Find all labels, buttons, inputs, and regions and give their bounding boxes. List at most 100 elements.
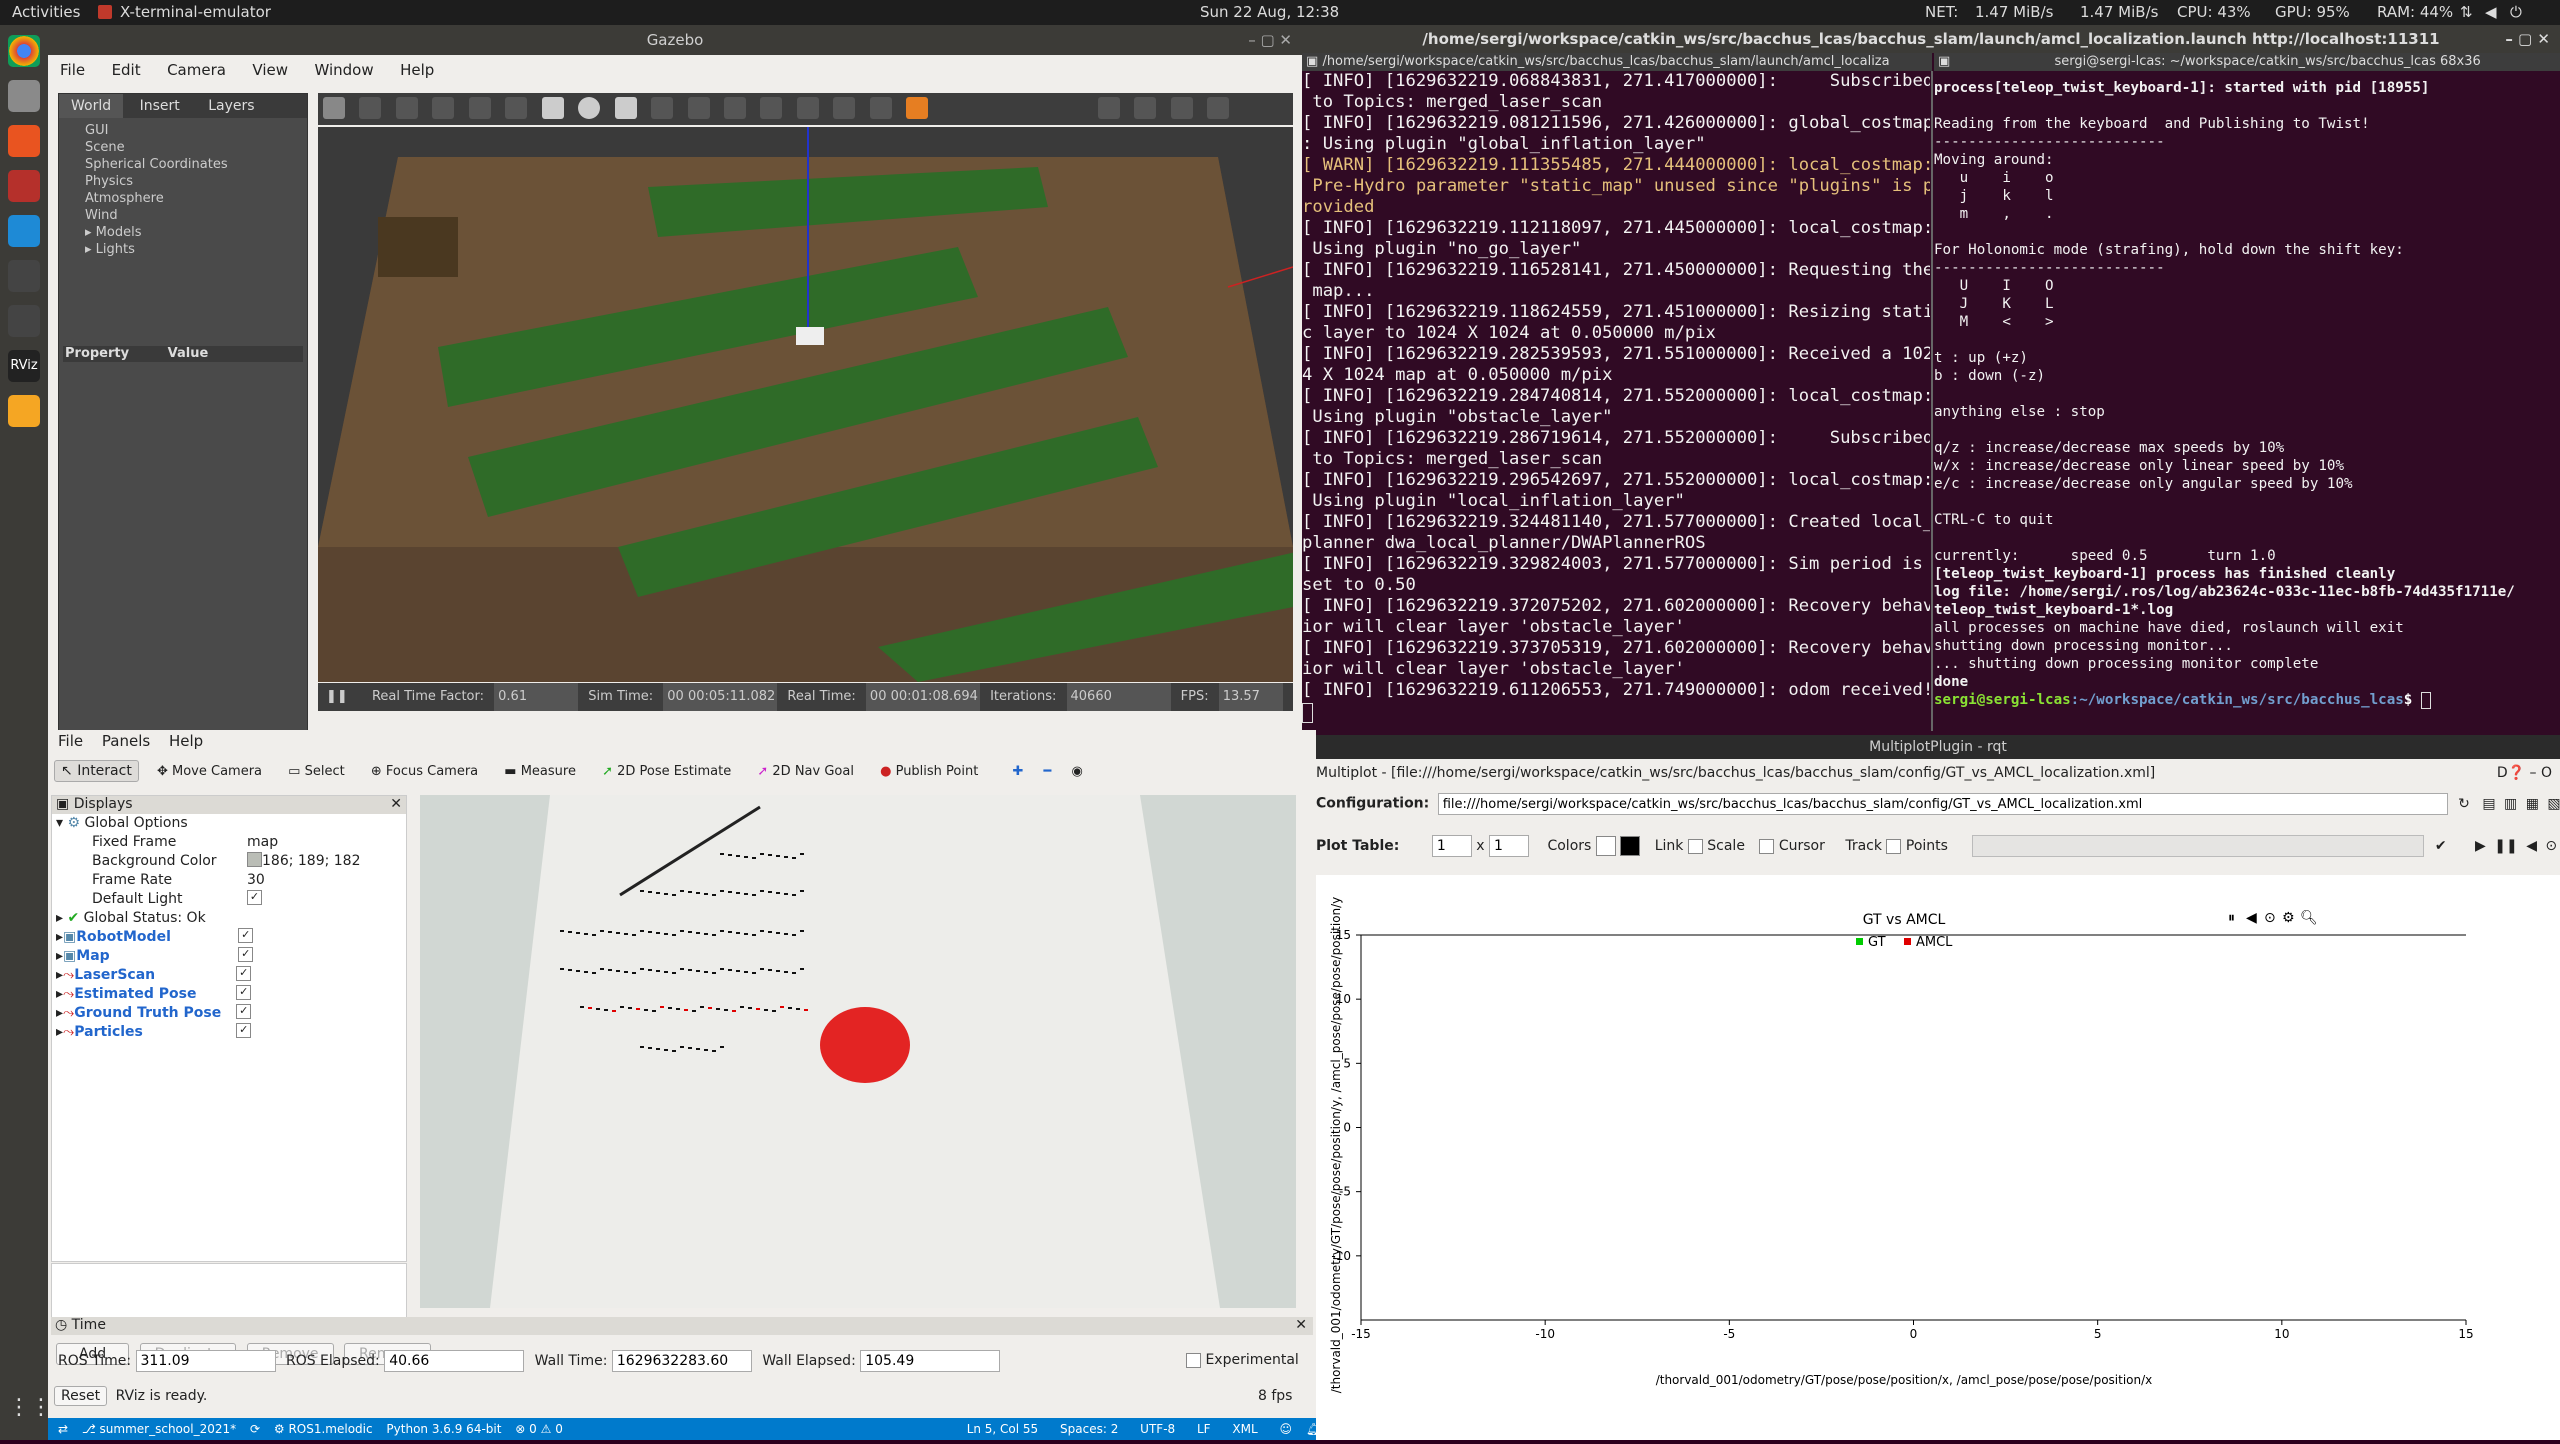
remove-tool-icon[interactable]: ━ [1044, 764, 1052, 779]
tree-scene[interactable]: Scene [85, 139, 307, 156]
experimental-toggle[interactable]: Experimental [1186, 1352, 1299, 1368]
ros-time-field[interactable] [135, 1350, 276, 1372]
language-mode[interactable]: XML [1232, 1422, 1257, 1436]
clock[interactable]: Sun 22 Aug, 12:38 [1200, 3, 1339, 21]
select-mode-icon[interactable] [323, 97, 345, 119]
color-white-swatch[interactable] [1595, 836, 1616, 856]
rviz-menu-panels[interactable]: Panels [102, 732, 150, 750]
terminal-tab-left[interactable]: ▣ /home/sergi/workspace/catkin_ws/src/ba… [1302, 53, 1932, 71]
plugin-controls[interactable]: D❓ – O [2497, 765, 2552, 781]
time-close-icon[interactable]: ✕ [1295, 1317, 1307, 1333]
tree-physics[interactable]: Physics [85, 173, 307, 190]
record-video-icon[interactable] [1207, 97, 1230, 119]
option-row[interactable]: Frame Rate 30 [52, 871, 406, 890]
wall-time-field[interactable] [611, 1350, 752, 1372]
rqt-icon[interactable] [8, 305, 40, 337]
option-row[interactable]: Default Light ✓ [52, 890, 406, 909]
expand-icon[interactable]: ▸ [56, 985, 63, 1004]
tree-spherical[interactable]: Spherical Coordinates [85, 156, 307, 173]
point-light-icon[interactable] [651, 97, 674, 119]
translate-icon[interactable] [359, 97, 382, 119]
export-plot-icon[interactable]: ⊙ [2545, 838, 2557, 854]
config-save-icon[interactable]: ▦ [2526, 796, 2539, 812]
ros-version[interactable]: ROS1.melodic [288, 1422, 372, 1436]
tool-measure[interactable]: ▬ Measure [504, 764, 576, 779]
chrome-icon[interactable] [8, 35, 40, 67]
ros-elapsed-field[interactable] [384, 1350, 525, 1372]
display-item[interactable]: ▸ ▣ RobotModel ✓ [52, 928, 406, 947]
git-branch[interactable]: summer_school_2021* [100, 1422, 237, 1436]
clear-plot-icon[interactable]: ◀ [2526, 838, 2537, 854]
config-new-icon[interactable]: ▤ [2482, 796, 2495, 812]
menu-file[interactable]: File [60, 61, 85, 79]
option-value[interactable]: map [247, 833, 278, 852]
display-item[interactable]: ▸ ▣ Map ✓ [52, 947, 406, 966]
pause-plot-icon[interactable]: ❚❚ [2494, 838, 2517, 854]
tree-gui[interactable]: GUI [85, 122, 307, 139]
error-count[interactable]: 0 [529, 1422, 537, 1436]
screenshot-icon[interactable] [1097, 97, 1120, 119]
menu-window[interactable]: Window [314, 61, 373, 79]
rviz-icon[interactable]: RViz [8, 350, 40, 382]
terminal-icon[interactable] [8, 170, 40, 202]
tool-settings-icon[interactable]: ◉ [1071, 764, 1082, 779]
app-grid-icon[interactable]: ⋮⋮ [8, 1395, 52, 1427]
display-item[interactable]: ▸ ⤳ LaserScan ✓ [52, 966, 406, 985]
display-item[interactable]: ▸ ⤳ Ground Truth Pose ✓ [52, 1004, 406, 1023]
option-row[interactable]: Background Color 186; 189; 182 [52, 852, 406, 871]
system-monitor-icon[interactable] [8, 260, 40, 292]
cols-spinbox[interactable] [1489, 835, 1530, 857]
tab-insert[interactable]: Insert [128, 94, 192, 118]
activities-button[interactable]: Activities [12, 3, 80, 21]
spot-light-icon[interactable] [687, 97, 710, 119]
expand-icon[interactable]: ▸ [56, 928, 63, 947]
expand-icon[interactable]: ▸ [56, 1023, 63, 1042]
network-icon[interactable]: ⇅ [2460, 3, 2473, 21]
apply-check-icon[interactable]: ✔ [2435, 838, 2447, 854]
terminal-right-pane[interactable]: process[teleop_twist_keyboard-1]: starte… [1934, 71, 2560, 739]
log-icon[interactable] [1134, 97, 1157, 119]
tree-atmosphere[interactable]: Atmosphere [85, 190, 307, 207]
plot-clear-icon[interactable]: ◀ [2246, 910, 2257, 926]
tool-2d-pose[interactable]: ➚ 2D Pose Estimate [602, 764, 731, 779]
color-black-swatch[interactable] [1620, 836, 1641, 856]
option-row[interactable]: Fixed Frame map [52, 833, 406, 852]
cursor-position[interactable]: Ln 5, Col 55 [967, 1422, 1039, 1436]
display-enabled-checkbox[interactable]: ✓ [236, 966, 252, 981]
redo-icon[interactable] [505, 97, 528, 119]
app-menu[interactable]: X-terminal-emulator [120, 3, 271, 21]
plot-pause-icon[interactable]: ⏸ [2228, 910, 2235, 926]
vscode-icon[interactable] [8, 215, 40, 247]
dir-light-icon[interactable] [723, 97, 746, 119]
default-light-checkbox[interactable]: ✓ [247, 890, 262, 905]
tree-wind[interactable]: Wind [85, 207, 307, 224]
tool-2d-nav-goal[interactable]: ➚ 2D Nav Goal [757, 764, 854, 779]
config-clear-icon[interactable]: ↻ [2458, 796, 2470, 812]
stack-icon[interactable] [8, 395, 40, 427]
rviz-3d-view[interactable] [420, 795, 1296, 1308]
tab-world[interactable]: World [59, 94, 124, 118]
indentation[interactable]: Spaces: 2 [1060, 1422, 1118, 1436]
plot-area[interactable]: GT vs AMCL GT AMCL -15 -10 -5 0 5 10 15 15 10 5 0 -5… [1316, 875, 2560, 1440]
menu-edit[interactable]: Edit [112, 61, 141, 79]
gazebo-3d-viewport[interactable] [318, 127, 1293, 682]
software-center-icon[interactable] [8, 125, 40, 157]
line-ending[interactable]: LF [1197, 1422, 1211, 1436]
terminal-tab-right[interactable]: ▣ sergi@sergi-lcas: ~/workspace/catkin_w… [1934, 53, 2560, 71]
displays-close-icon[interactable]: ✕ [390, 796, 402, 812]
undo-icon[interactable] [468, 97, 491, 119]
expand-icon[interactable]: ▸ [56, 1004, 63, 1023]
config-saveas-icon[interactable]: ▧ [2547, 796, 2560, 812]
pane-divider[interactable] [1931, 71, 1933, 731]
plot-settings-icon[interactable]: ⚙ [2282, 910, 2295, 926]
tool-interact[interactable]: ↖ Interact [54, 760, 139, 782]
display-enabled-checkbox[interactable]: ✓ [236, 985, 252, 1000]
tree-lights[interactable]: ▸ Lights [85, 241, 307, 258]
display-enabled-checkbox[interactable]: ✓ [236, 1023, 252, 1038]
display-item[interactable]: ▸ ⤳ Estimated Pose ✓ [52, 985, 406, 1004]
plot-icon[interactable] [1170, 97, 1193, 119]
menu-help[interactable]: Help [400, 61, 434, 79]
encoding[interactable]: UTF-8 [1140, 1422, 1175, 1436]
scale-icon[interactable] [432, 97, 455, 119]
global-status-row[interactable]: ▸ ✔ Global Status: Ok [52, 909, 406, 928]
